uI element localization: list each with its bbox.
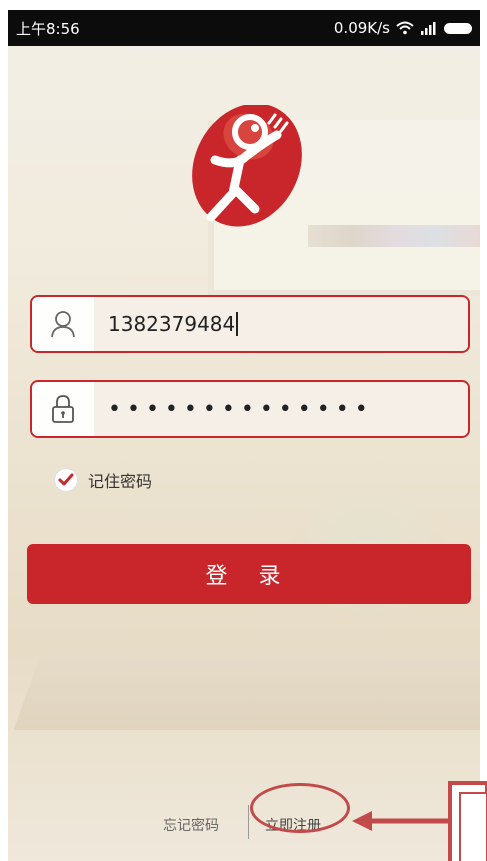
app-logo [192,105,302,227]
username-field[interactable]: 1382379484 [30,295,470,353]
password-input[interactable]: •••••••••••••• [94,382,468,436]
battery-icon [444,22,472,34]
background-shelf [308,225,480,247]
footer-divider [248,805,249,839]
annotation-arrow-icon [352,781,487,861]
status-bar: 上午8:56 0.09K/s [8,10,480,46]
login-button[interactable]: 登 录 [27,544,471,604]
lock-icon-box [32,382,94,436]
lock-icon [52,395,74,423]
forgot-password-link[interactable]: 忘记密码 [163,815,219,835]
text-caret [236,312,238,336]
annotation-highlight-ring [250,783,350,833]
background-table [13,650,480,730]
password-field[interactable]: •••••••••••••• [30,380,470,438]
password-mask: •••••••••••••• [108,396,374,422]
user-icon [51,311,75,338]
status-time: 上午8:56 [16,19,80,38]
signal-icon [421,22,436,35]
checkmark-icon[interactable] [54,468,78,492]
network-speed: 0.09K/s [333,19,390,37]
user-icon-box [32,297,94,351]
username-input[interactable]: 1382379484 [94,297,468,351]
status-indicators: 0.09K/s [334,19,472,37]
username-value: 1382379484 [108,312,236,336]
wifi-icon [396,21,414,35]
remember-password-label: 记住密码 [88,472,153,491]
remember-password-checkbox[interactable]: 记住密码 [54,468,152,492]
